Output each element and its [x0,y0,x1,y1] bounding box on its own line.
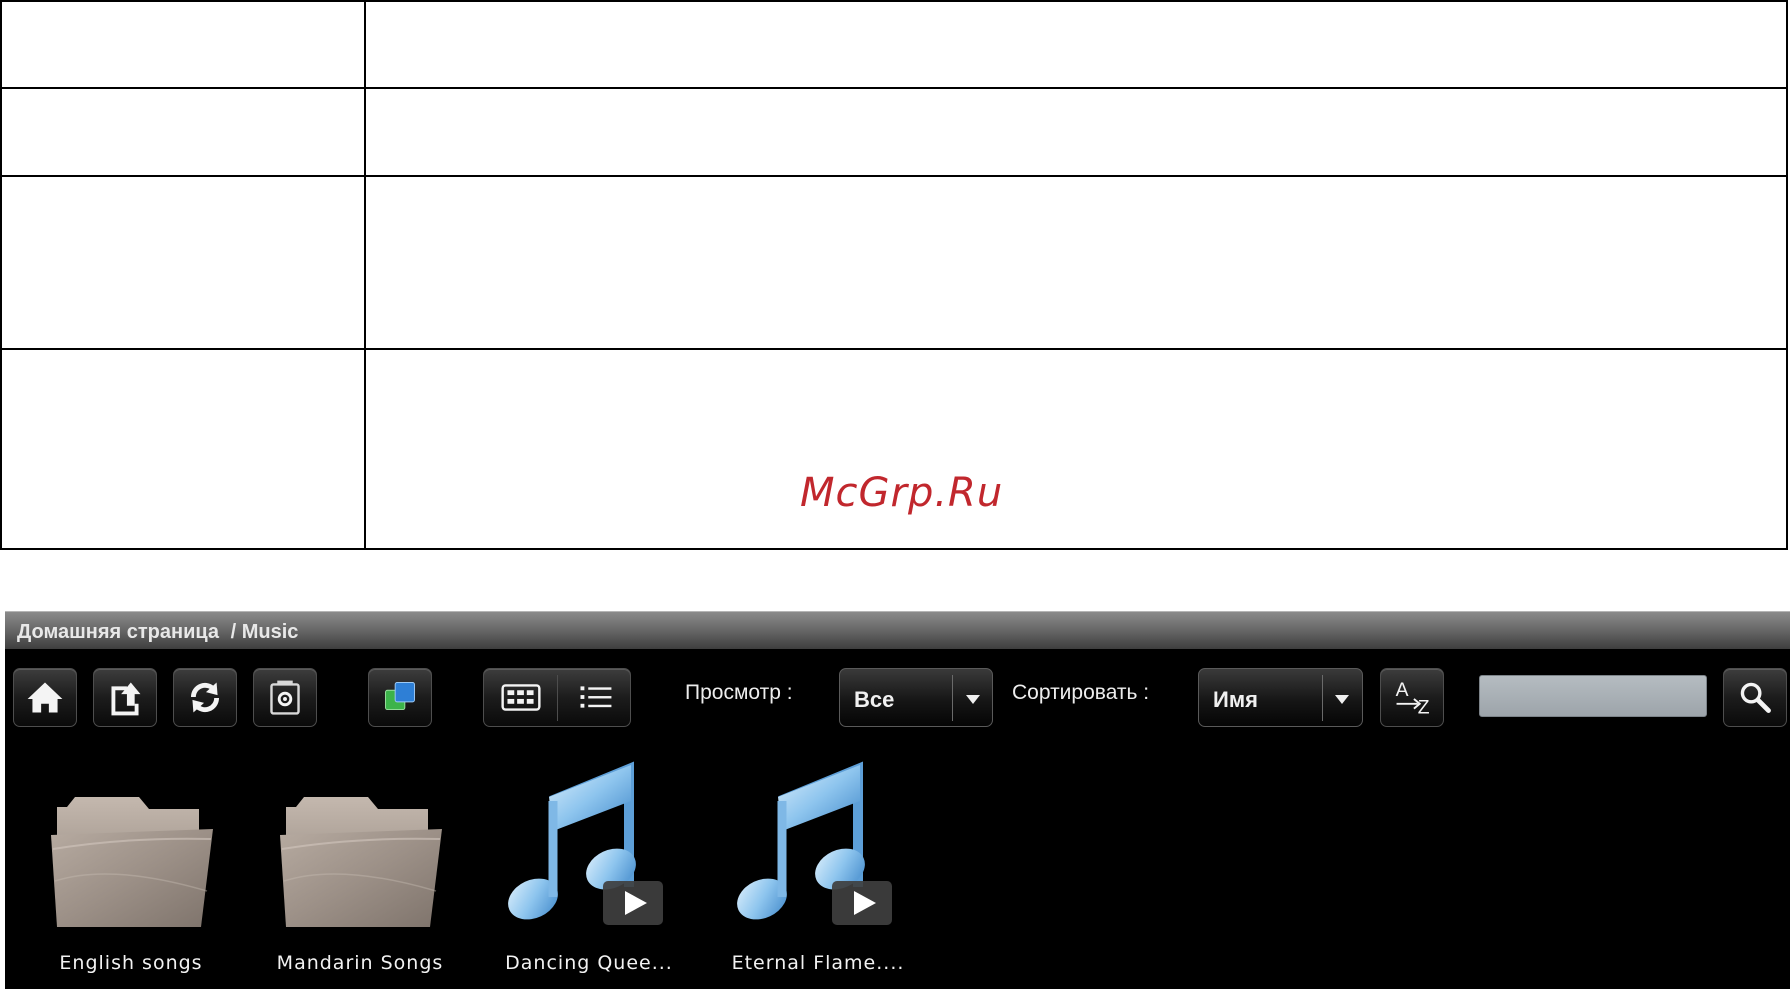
svg-text:Z: Z [1418,697,1430,718]
list-view-button[interactable] [558,669,632,726]
table-row [0,175,1788,350]
select-icon [385,682,415,711]
view-toggle [483,668,631,727]
sort-value: Имя [1213,687,1258,712]
grid-view-icon [501,684,541,711]
folder-item[interactable]: English songs [31,751,231,989]
folder-icon [31,751,231,931]
sort-select[interactable]: Имя [1198,668,1363,727]
settings-icon [270,680,300,715]
table-row [0,348,1788,550]
upload-icon [111,682,141,716]
file-manager-panel: Домашняя страница / Music Просмотр: Все… [5,611,1790,989]
breadcrumb-path: / Music [230,621,299,643]
breadcrumb: Домашняя страница / Music [5,611,1790,649]
music-note-icon [489,751,689,931]
list-view-icon [580,686,612,708]
sort-label: Сортировать : [1012,681,1150,704]
divider [1322,675,1323,721]
view-filter-select[interactable]: Все [839,668,993,727]
upload-button[interactable] [93,668,157,727]
home-icon [27,682,63,713]
item-name: Mandarin Songs [276,952,444,974]
breadcrumb-home[interactable]: Домашняя страница [17,621,219,643]
view-label: Просмотр : [685,681,793,704]
document-table [0,0,1788,550]
item-name: Dancing Quee... [505,952,673,974]
chevron-down-icon [966,695,980,704]
search-button[interactable] [1723,668,1787,727]
home-button[interactable] [13,668,77,727]
item-name: English songs [59,952,203,974]
music-note-icon [718,751,918,931]
divider [952,675,953,721]
folder-item[interactable]: Mandarin Songs [260,751,460,989]
refresh-button[interactable] [173,668,237,727]
chevron-down-icon [1335,695,1349,704]
grid-view-button[interactable] [484,669,558,726]
search-input[interactable] [1479,675,1707,717]
watermark: McGrp.Ru [800,470,1004,516]
item-name: Eternal Flame.... [731,952,905,974]
folder-icon [260,751,460,931]
table-row [0,87,1788,177]
table-row [0,0,1788,89]
svg-text:A: A [1396,680,1409,701]
audio-item[interactable]: Eternal Flame.... [718,751,918,989]
refresh-icon [190,682,220,713]
sort-order-button[interactable]: A Z [1380,668,1444,727]
audio-item[interactable]: Dancing Quee... [489,751,689,989]
search-icon [1740,682,1771,713]
settings-button[interactable] [253,668,317,727]
select-button[interactable] [368,668,432,727]
sort-az-icon: A Z [1396,680,1430,718]
view-filter-value: Все [854,687,895,712]
